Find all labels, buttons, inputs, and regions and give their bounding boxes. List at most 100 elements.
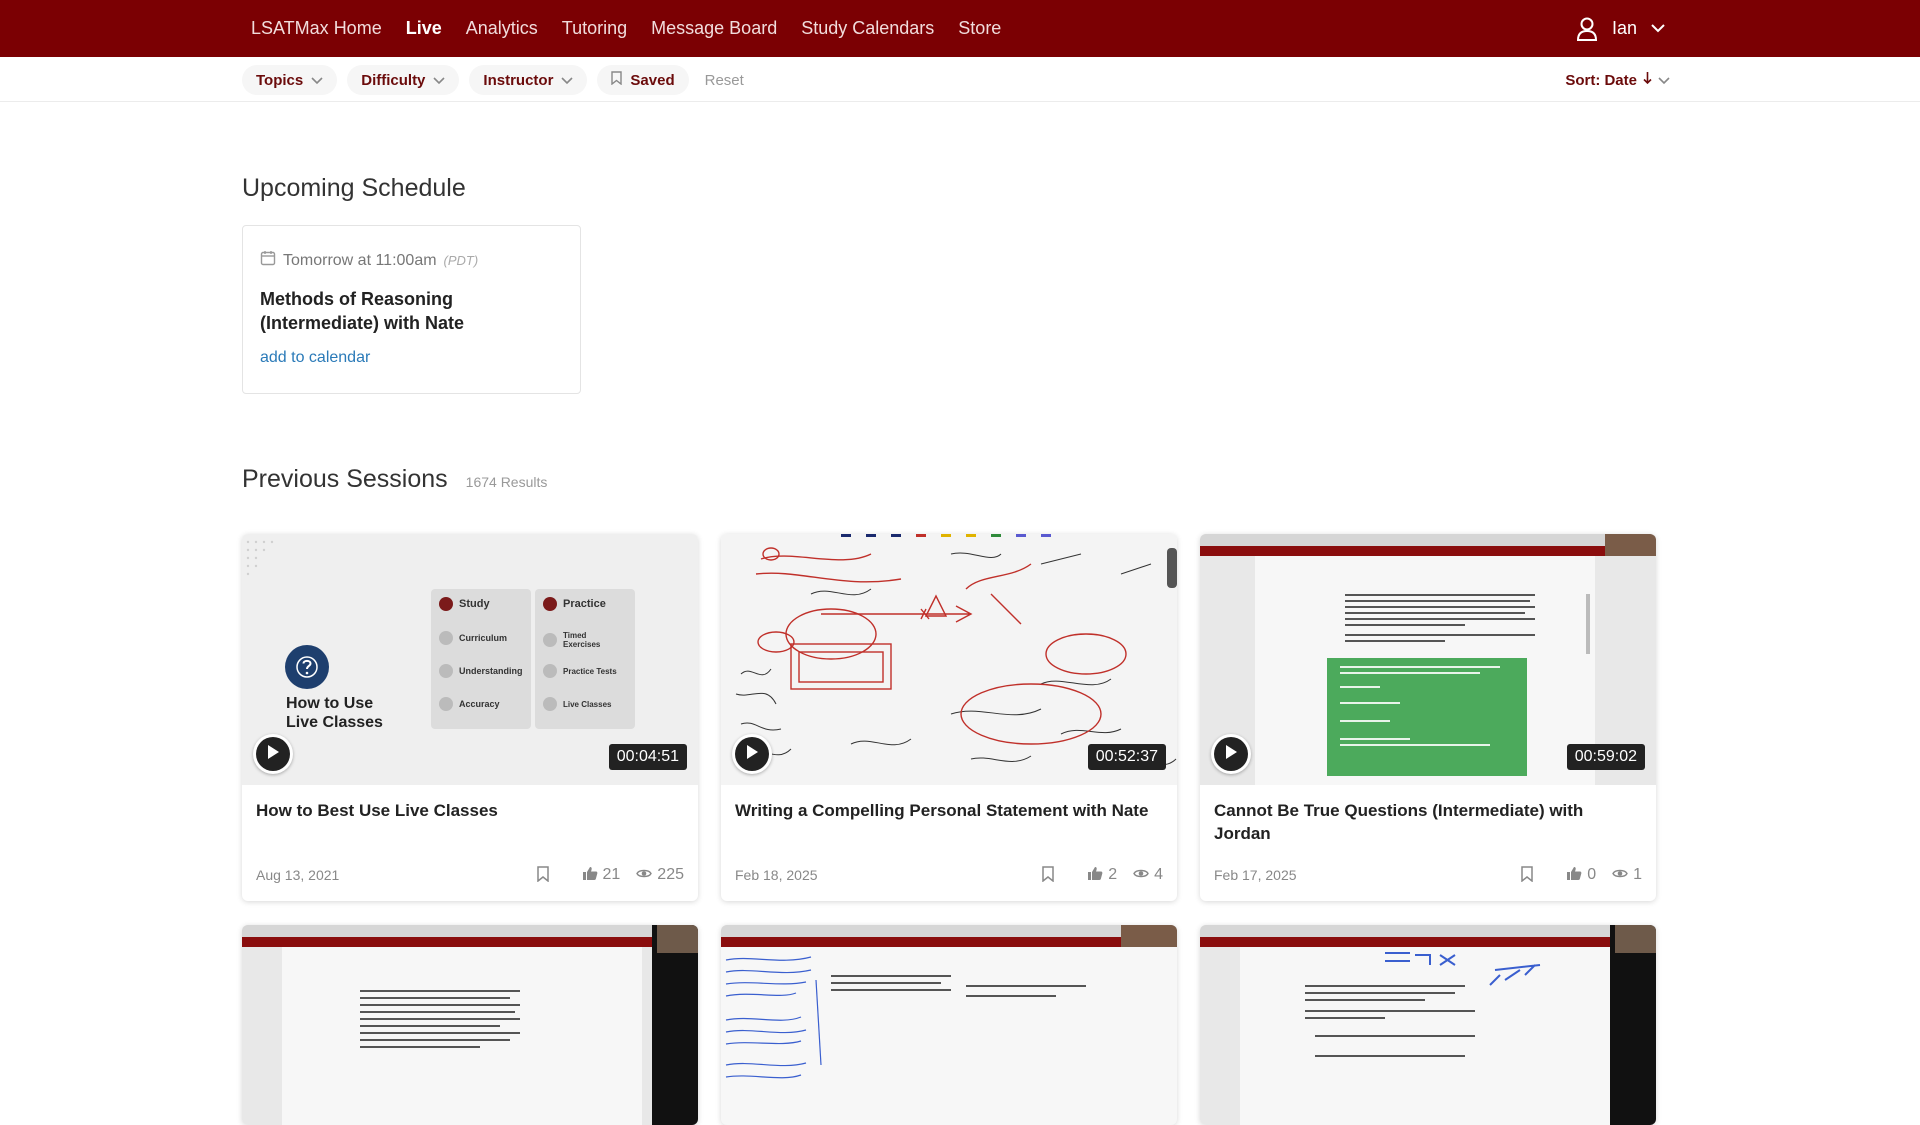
session-card[interactable]: 00:59:02 Cannot Be True Questions (Inter… — [1200, 534, 1656, 901]
user-menu[interactable]: Ian — [1576, 0, 1665, 57]
view-count-value: 1 — [1633, 866, 1642, 883]
calendar-icon — [260, 250, 276, 271]
difficulty-filter-label: Difficulty — [361, 71, 426, 89]
like-count[interactable]: 2 — [1088, 866, 1117, 885]
play-button[interactable] — [732, 734, 772, 774]
like-count-value: 21 — [602, 866, 621, 883]
like-count-value: 0 — [1587, 866, 1597, 883]
thumbnail-tests-label: Practice Tests — [563, 666, 617, 676]
session-card[interactable] — [242, 925, 698, 1125]
saved-filter-label: Saved — [630, 71, 675, 89]
thumbnail-practice-row: Practice — [543, 597, 606, 611]
nav-link-message-board[interactable]: Message Board — [651, 18, 777, 39]
target-icon — [439, 697, 453, 711]
thumbnail-live-label: Live Classes — [563, 699, 612, 709]
session-title[interactable]: How to Best Use Live Classes — [256, 799, 684, 822]
view-count: 225 — [636, 866, 684, 884]
upcoming-session-card: Tomorrow at 11:00am (PDT) Methods of Rea… — [242, 225, 581, 394]
thumbnail-accuracy-row: Accuracy — [439, 697, 500, 711]
play-icon — [1224, 744, 1238, 765]
view-count: 1 — [1612, 866, 1642, 884]
chevron-down-icon — [311, 72, 323, 89]
previous-sessions-title: Previous Sessions — [242, 465, 448, 493]
like-count[interactable]: 21 — [582, 866, 621, 885]
add-to-calendar-link[interactable]: add to calendar — [260, 349, 562, 367]
chevron-down-icon — [1658, 72, 1670, 89]
session-date: Aug 13, 2021 — [256, 867, 340, 883]
thumbnail-curriculum-label: Curriculum — [459, 633, 508, 643]
thumbnail-headline: How to Use Live Classes — [286, 694, 383, 732]
screen-annotations — [725, 925, 1177, 1079]
thumbnail-headline-line-1: How to Use — [286, 695, 374, 712]
book-icon — [439, 597, 453, 611]
video-thumbnail[interactable]: 00:52:37 — [721, 534, 1177, 785]
video-thumbnail[interactable] — [721, 925, 1177, 1125]
like-count[interactable]: 0 — [1567, 866, 1596, 885]
play-button[interactable] — [1211, 734, 1251, 774]
bookmark-icon — [611, 71, 623, 89]
video-duration: 00:52:37 — [1087, 744, 1166, 770]
card-footer: Feb 17, 2025 0 1 — [1214, 864, 1642, 886]
thumbnail-study-label: Study — [459, 598, 490, 610]
previous-sessions-heading: Previous Sessions 1674 Results — [242, 465, 547, 494]
topics-filter[interactable]: Topics — [242, 65, 338, 95]
view-count: 4 — [1133, 866, 1163, 884]
main-nav-links: LSATMax Home Live Analytics Tutoring Mes… — [251, 0, 1001, 57]
sort-dropdown[interactable]: Sort: Date — [1565, 65, 1670, 95]
video-thumbnail[interactable] — [242, 925, 698, 1125]
thumbnail-practice-label: Practice — [563, 598, 606, 610]
timer-icon — [543, 633, 557, 647]
nav-link-store[interactable]: Store — [958, 18, 1001, 39]
user-icon — [1576, 17, 1598, 41]
sort-label: Sort: Date — [1565, 71, 1637, 89]
thumbnail-tests-row: Practice Tests — [543, 664, 617, 678]
reset-filters-button[interactable]: Reset — [699, 65, 750, 95]
video-thumbnail[interactable]: 00:59:02 — [1200, 534, 1656, 785]
screen-text-lines — [360, 925, 698, 1048]
session-card[interactable]: How to Use Live Classes Study Curriculum… — [242, 534, 698, 901]
difficulty-filter[interactable]: Difficulty — [347, 65, 460, 95]
chevron-down-icon — [433, 72, 445, 89]
video-thumbnail[interactable] — [1200, 925, 1656, 1125]
thumbnail-accuracy-label: Accuracy — [459, 699, 500, 709]
thumbnail-study-row: Study — [439, 597, 490, 611]
lightbulb-icon — [439, 664, 453, 678]
test-icon — [543, 664, 557, 678]
nav-link-lsatmax-home[interactable]: LSATMax Home — [251, 18, 382, 39]
eye-icon — [1133, 866, 1149, 884]
instructor-filter-label: Instructor — [483, 71, 554, 89]
filter-bar: Topics Difficulty Instructor Saved Reset… — [0, 57, 1920, 102]
thumbnail-curriculum-row: Curriculum — [439, 631, 507, 645]
session-card[interactable] — [721, 925, 1177, 1125]
thumbnail-understanding-row: Understanding — [439, 664, 523, 678]
session-title[interactable]: Writing a Compelling Personal Statement … — [735, 799, 1163, 822]
session-title[interactable]: Cannot Be True Questions (Intermediate) … — [1214, 799, 1642, 845]
nav-link-tutoring[interactable]: Tutoring — [562, 18, 627, 39]
saved-filter[interactable]: Saved — [597, 65, 689, 95]
view-count-value: 4 — [1154, 866, 1163, 883]
play-button[interactable] — [253, 734, 293, 774]
chevron-down-icon — [1651, 24, 1665, 33]
session-card[interactable] — [1200, 925, 1656, 1125]
user-name: Ian — [1611, 18, 1637, 38]
thumbs-up-icon — [1567, 866, 1582, 885]
upcoming-schedule-heading: Upcoming Schedule — [242, 174, 466, 202]
thumbs-up-icon — [1088, 866, 1103, 885]
video-thumbnail[interactable]: How to Use Live Classes Study Curriculum… — [242, 534, 698, 785]
nav-link-live[interactable]: Live — [406, 18, 442, 39]
thumbnail-live-row: Live Classes — [543, 697, 611, 711]
session-card[interactable]: 00:52:37 Writing a Compelling Personal S… — [721, 534, 1177, 901]
instructor-filter[interactable]: Instructor — [469, 65, 588, 95]
nav-link-study-calendars[interactable]: Study Calendars — [801, 18, 934, 39]
like-count-value: 2 — [1108, 866, 1118, 883]
bookmark-icon[interactable] — [1042, 865, 1054, 885]
nav-link-analytics[interactable]: Analytics — [466, 18, 538, 39]
card-footer: Feb 18, 2025 2 4 — [735, 864, 1163, 886]
topics-filter-label: Topics — [256, 71, 304, 89]
results-count: 1674 Results — [465, 474, 548, 490]
bookmark-icon[interactable] — [1521, 865, 1533, 885]
session-date: Feb 17, 2025 — [1214, 867, 1297, 883]
thumbnail-timed-row: Timed Exercises — [543, 631, 603, 649]
bookmark-icon[interactable] — [536, 865, 549, 885]
play-icon — [745, 744, 759, 765]
